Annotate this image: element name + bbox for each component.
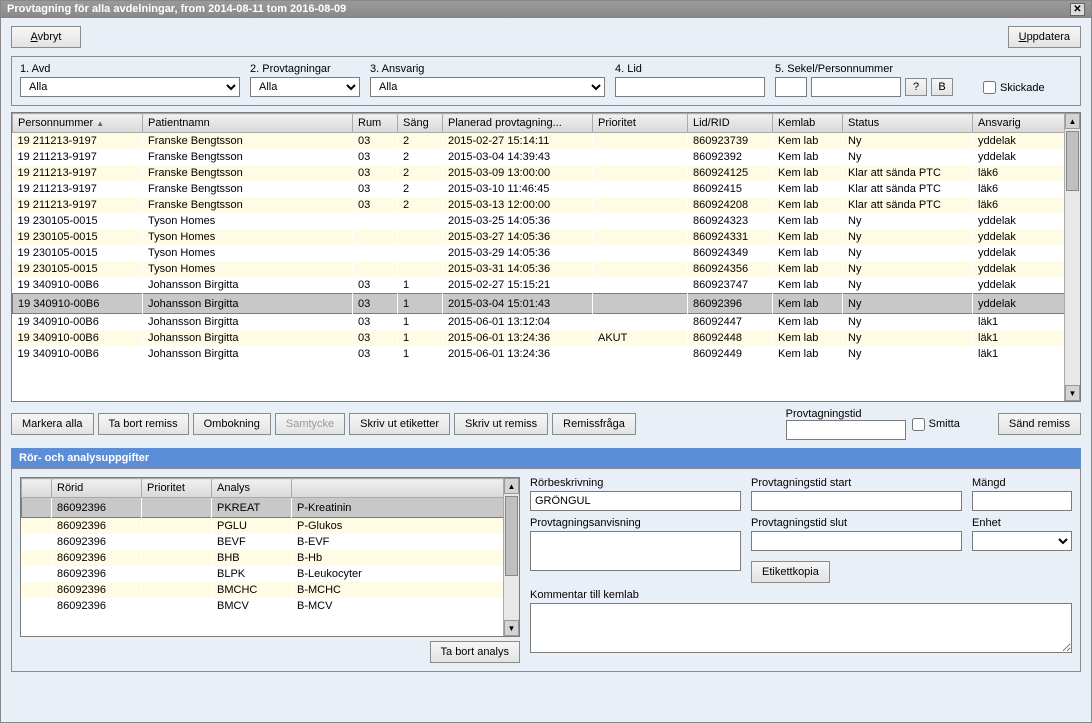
kommentar-label: Kommentar till kemlab [530,589,1072,601]
titlebar: Provtagning för alla avdelningar, from 2… [1,1,1091,18]
question-button[interactable]: ? [905,78,927,96]
cancel-button[interactable]: Avbryt [11,26,81,48]
filter-ansvarig-select[interactable]: Alla [370,77,605,97]
skickade-label: Skickade [1000,82,1045,94]
table-row[interactable]: 86092396PKREATP-Kreatinin [22,498,519,518]
analysis-panel: Rörid Prioritet Analys 86092396PKREATP-K… [11,468,1081,672]
scroll-thumb[interactable] [1066,131,1079,191]
filter-lid-input[interactable] [615,77,765,97]
table-row[interactable]: 19 340910-00B6Johansson Birgitta0312015-… [13,346,1080,362]
filter-sekel-input1[interactable] [775,77,807,97]
close-icon[interactable]: ✕ [1070,3,1085,16]
table-row[interactable]: 86092396BLPKB-Leukocyter [22,566,519,582]
sub-scroll-up-icon[interactable]: ▲ [504,478,519,494]
b-button[interactable]: B [931,78,953,96]
filter-ansvarig-label: 3. Ansvarig [370,63,605,75]
main-table: Personnummer▲ Patientnamn Rum Säng Plane… [11,112,1081,402]
col-personnummer[interactable]: Personnummer▲ [13,114,143,133]
filter-panel: 1. Avd Alla 2. Provtagningar Alla 3. Ans… [11,56,1081,106]
provtagningstid-input[interactable] [786,420,906,440]
col-planerad[interactable]: Planerad provtagning... [443,114,593,133]
scroll-down-icon[interactable]: ▼ [1065,385,1080,401]
filter-sekel-input2[interactable] [811,77,901,97]
label-copy-button[interactable]: Etikettkopia [751,561,830,583]
table-row[interactable]: 86092396BEVFB-EVF [22,534,519,550]
table-row[interactable]: 19 211213-9197Franske Bengtsson0322015-0… [13,197,1080,213]
table-row[interactable]: 86092396BHBB-Hb [22,550,519,566]
rebooking-button[interactable]: Ombokning [193,413,271,435]
enhet-label: Enhet [972,517,1072,529]
table-row[interactable]: 86092396BMCHCB-MCHC [22,582,519,598]
table-row[interactable]: 19 211213-9197Franske Bengtsson0322015-0… [13,149,1080,165]
mangd-label: Mängd [972,477,1072,489]
col-sang[interactable]: Säng [398,114,443,133]
mark-all-button[interactable]: Markera alla [11,413,94,435]
enhet-select[interactable] [972,531,1072,551]
sub-scroll-down-icon[interactable]: ▼ [504,620,519,636]
window-title: Provtagning för alla avdelningar, from 2… [7,1,346,18]
rorbeskrivning-label: Rörbeskrivning [530,477,741,489]
filter-lid-label: 4. Lid [615,63,765,75]
remove-analysis-button[interactable]: Ta bort analys [430,641,520,663]
rorbeskrivning-input[interactable] [530,491,741,511]
provtagningsanvisning-input[interactable] [530,531,741,571]
sub-col-prioritet[interactable]: Prioritet [142,479,212,498]
table-row[interactable]: 19 211213-9197Franske Bengtsson0322015-0… [13,165,1080,181]
filter-avd-label: 1. Avd [20,63,240,75]
table-row[interactable]: 19 230105-0015Tyson Homes2015-03-31 14:0… [13,261,1080,277]
main-window: Provtagning för alla avdelningar, from 2… [0,0,1092,723]
sub-col-analys[interactable]: Analys [212,479,292,498]
table-header-row: Personnummer▲ Patientnamn Rum Säng Plane… [13,114,1080,133]
remove-referral-button[interactable]: Ta bort remiss [98,413,189,435]
table-row[interactable]: 86092396BMCVB-MCV [22,598,519,614]
table-row[interactable]: 19 230105-0015Tyson Homes2015-03-27 14:0… [13,229,1080,245]
col-status[interactable]: Status [843,114,973,133]
provtagningstid-start-input[interactable] [751,491,962,511]
provtagningstid-start-label: Provtagningstid start [751,477,962,489]
table-row[interactable]: 19 340910-00B6Johansson Birgitta0312015-… [13,294,1080,314]
table-row[interactable]: 19 211213-9197Franske Bengtsson0322015-0… [13,181,1080,197]
sub-col-blank[interactable] [22,479,52,498]
filter-provtagningar-label: 2. Provtagningar [250,63,360,75]
sub-col-rorid[interactable]: Rörid [52,479,142,498]
referral-question-button[interactable]: Remissfråga [552,413,636,435]
smitta-label: Smitta [929,418,960,430]
col-rum[interactable]: Rum [353,114,398,133]
scroll-up-icon[interactable]: ▲ [1065,113,1080,129]
send-referral-button[interactable]: Sänd remiss [998,413,1081,435]
col-kemlab[interactable]: Kemlab [773,114,843,133]
update-button[interactable]: Uppdatera [1008,26,1081,48]
col-lidrid[interactable]: Lid/RID [688,114,773,133]
skickade-checkbox[interactable] [983,81,996,94]
sub-scrollbar[interactable]: ▲ ▼ [503,478,519,636]
mangd-input[interactable] [972,491,1072,511]
col-patientnamn[interactable]: Patientnamn [143,114,353,133]
table-row[interactable]: 19 340910-00B6Johansson Birgitta0312015-… [13,314,1080,331]
analysis-table: Rörid Prioritet Analys 86092396PKREATP-K… [20,477,520,637]
sub-scroll-thumb[interactable] [505,496,518,576]
smitta-checkbox[interactable] [912,418,925,431]
kommentar-input[interactable] [530,603,1072,653]
provtagningstid-slut-input[interactable] [751,531,962,551]
provtagningstid-label: Provtagningstid [786,408,906,420]
table-row[interactable]: 19 230105-0015Tyson Homes2015-03-25 14:0… [13,213,1080,229]
consent-button[interactable]: Samtycke [275,413,345,435]
filter-provtagningar-select[interactable]: Alla [250,77,360,97]
print-referral-button[interactable]: Skriv ut remiss [454,413,548,435]
table-row[interactable]: 19 340910-00B6Johansson Birgitta0312015-… [13,330,1080,346]
print-labels-button[interactable]: Skriv ut etiketter [349,413,450,435]
table-row[interactable]: 86092396PGLUP-Glukos [22,518,519,535]
sub-col-desc[interactable] [292,479,519,498]
panel-header: Rör- och analysuppgifter [11,448,1081,468]
provtagningstid-slut-label: Provtagningstid slut [751,517,962,529]
col-prioritet[interactable]: Prioritet [593,114,688,133]
filter-avd-select[interactable]: Alla [20,77,240,97]
sort-asc-icon: ▲ [96,119,104,128]
table-row[interactable]: 19 211213-9197Franske Bengtsson0322015-0… [13,133,1080,150]
filter-sekel-label: 5. Sekel/Personnummer [775,63,953,75]
main-scrollbar[interactable]: ▲ ▼ [1064,113,1080,401]
table-row[interactable]: 19 230105-0015Tyson Homes2015-03-29 14:0… [13,245,1080,261]
provtagningsanvisning-label: Provtagningsanvisning [530,517,741,529]
table-row[interactable]: 19 340910-00B6Johansson Birgitta0312015-… [13,277,1080,294]
